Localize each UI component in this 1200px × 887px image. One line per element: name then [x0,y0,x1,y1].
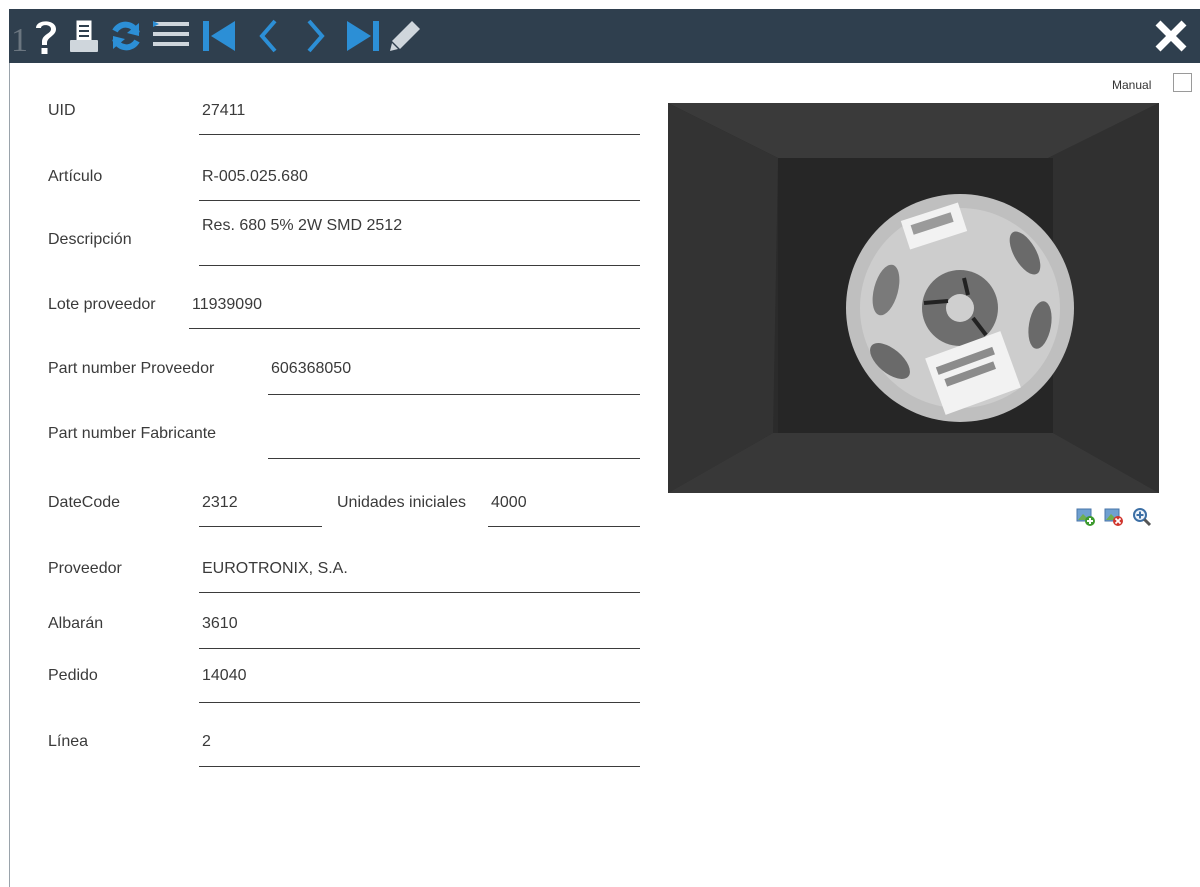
articulo-field[interactable]: R-005.025.680 [202,168,308,186]
pedido-underline [199,702,640,703]
albaran-underline [199,648,640,649]
add-image-button[interactable] [1076,507,1096,527]
help-icon [36,21,56,54]
reel-photo [668,103,1159,493]
print-icon [70,19,98,52]
window-top-edge [0,0,1200,9]
list-icon [153,21,189,46]
unidades-iniciales-field[interactable]: 4000 [491,494,527,512]
proveedor-label: Proveedor [48,560,122,577]
uid-label: UID [48,102,76,119]
descripcion-underline [199,265,640,266]
datecode-field[interactable]: 2312 [202,494,238,512]
articulo-underline [199,200,640,201]
pn-proveedor-field[interactable]: 606368050 [271,360,351,378]
last-record-icon [347,21,379,51]
next-button[interactable] [301,9,331,63]
zoom-in-icon [1133,508,1152,527]
proveedor-underline [199,592,640,593]
pn-fabricante-underline [268,458,640,459]
albaran-label: Albarán [48,615,104,632]
print-button[interactable] [66,9,102,63]
help-button[interactable] [29,9,63,63]
manual-checkbox[interactable] [1173,73,1192,92]
linea-field[interactable]: 2 [202,733,211,751]
row-number: 1 [11,22,28,59]
first-record-icon [203,21,235,51]
lote-proveedor-field[interactable]: 11939090 [192,296,262,314]
articulo-label: Artículo [48,168,103,185]
proveedor-field[interactable]: EUROTRONIX, S.A. [202,560,348,578]
refresh-icon [112,21,140,51]
next-icon [307,19,325,53]
zoom-image-button[interactable] [1132,507,1152,527]
datecode-underline [199,526,322,527]
refresh-button[interactable] [107,9,145,63]
edit-button[interactable] [385,9,425,63]
previous-icon [259,19,277,53]
toolbar: 1 [9,9,1200,63]
pn-fabricante-label: Part number Fabricante [48,425,217,442]
linea-label: Línea [48,733,89,750]
edit-icon [390,21,420,51]
uid-underline [199,134,640,135]
descripcion-label: Descripción [48,231,132,248]
albaran-field[interactable]: 3610 [202,615,238,633]
linea-underline [199,766,640,767]
descripcion-field[interactable]: Res. 680 5% 2W SMD 2512 [202,217,402,235]
delete-image-button[interactable] [1104,507,1124,527]
last-record-button[interactable] [343,9,383,63]
left-border [9,63,10,887]
list-button[interactable] [151,9,191,63]
lote-proveedor-label: Lote proveedor [48,296,156,313]
close-button[interactable] [1149,9,1193,63]
manual-label: Manual [1112,78,1152,92]
pedido-label: Pedido [48,667,98,684]
pn-proveedor-underline [268,394,640,395]
previous-button[interactable] [253,9,283,63]
unidades-iniciales-label: Unidades iniciales [337,494,466,511]
pn-proveedor-label: Part number Proveedor [48,360,215,377]
first-record-button[interactable] [199,9,239,63]
datecode-label: DateCode [48,494,121,511]
unidades-iniciales-underline [488,526,640,527]
uid-field[interactable]: 27411 [202,102,245,120]
lote-proveedor-underline [189,328,640,329]
pedido-field[interactable]: 14040 [202,667,247,685]
add-image-icon [1076,508,1095,526]
close-icon [1155,20,1187,52]
delete-image-icon [1104,508,1123,526]
